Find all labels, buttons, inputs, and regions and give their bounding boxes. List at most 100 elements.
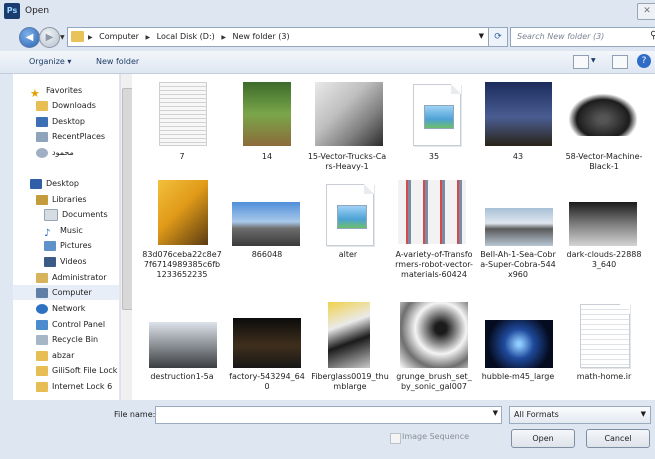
forward-button[interactable]: ▶ [39,27,60,48]
file-name[interactable]: 58-Vector-Machine-Black-1 [564,152,644,172]
libraries-icon [36,194,48,205]
sidebar-item-computer[interactable]: Computer [13,285,119,300]
file-name[interactable]: Bell-Ah-1-Sea-Cobra-Super-Cobra-544x960 [478,250,558,280]
sidebar-item-documents[interactable]: Documents [44,207,108,222]
file-thumbnail-35[interactable] [413,84,461,146]
file-thumbnail-fiberglass[interactable] [328,302,370,368]
sidebar-item-libraries[interactable]: Libraries [36,192,87,207]
folder-icon [36,381,48,392]
help-button[interactable]: ? [637,54,651,68]
file-name[interactable]: dark-clouds-228883_640 [564,250,644,270]
new-folder-button[interactable]: New folder [96,57,139,66]
sidebar-item-recentplaces[interactable]: RecentPlaces [36,129,105,144]
preview-pane-button[interactable] [612,55,628,69]
file-name[interactable]: destruction1-5a [142,372,222,382]
file-thumbnail-helicopter[interactable] [485,208,553,246]
change-view-button[interactable] [573,55,589,69]
organize-menu[interactable]: Organize ▾ [29,57,71,66]
file-name[interactable]: 43 [478,152,558,162]
file-name-input[interactable]: ▼ [155,406,502,424]
sidebar-item-control-panel[interactable]: Control Panel [36,317,105,332]
file-thumbnail-hubble[interactable] [485,320,553,368]
sidebar-item-downloads[interactable]: Downloads [36,98,96,113]
file-name[interactable]: 866048 [227,250,307,260]
file-thumbnail-clouds[interactable] [569,202,637,246]
folder-icon [36,350,48,361]
file-name-dropdown-icon[interactable]: ▼ [493,409,498,417]
sidebar-item-internet-lock[interactable]: Internet Lock 6 [36,379,112,394]
open-button[interactable]: Open [511,429,575,448]
sidebar-item-abzar[interactable]: abzar [36,348,74,363]
address-row: ◀ ▶ ▼ ▶ Computer ▶ Local Disk (D:) ▶ New… [0,24,655,51]
file-thumbnail-alter[interactable] [326,184,374,246]
search-box[interactable]: Search New folder (3) ⚲ [510,27,655,47]
file-name[interactable]: 83d076ceba22c8e77f6714989385c6fb12336522… [142,250,222,280]
view-dropdown-icon[interactable]: ▼ [591,57,596,64]
file-name[interactable]: 7 [142,152,222,162]
breadcrumb-new-folder[interactable]: New folder (3) [233,32,290,41]
sidebar-item-desktop[interactable]: Desktop [36,114,85,129]
file-name[interactable]: alter [308,250,388,260]
file-name[interactable]: 14 [227,152,307,162]
file-name[interactable]: grunge_brush_set_by_sonic_gal007 [394,372,474,392]
recent-pages-dropdown[interactable]: ▼ [60,34,65,41]
sidebar-item-pictures[interactable]: Pictures [44,238,92,253]
sidebar-item-gilisoft[interactable]: GiliSoft File Lock [36,363,117,378]
file-thumbnail-car[interactable] [569,94,637,136]
sidebar-item-desktop-root[interactable]: Desktop [30,176,79,191]
file-name[interactable]: math-home.ir [564,372,644,382]
file-thumbnail-factory[interactable] [233,318,301,368]
back-button[interactable]: ◀ [19,27,40,48]
sidebar-item-videos[interactable]: Videos [44,254,87,269]
refresh-button[interactable]: ⟳ [488,27,508,47]
file-thumbnail-14[interactable] [243,82,291,146]
file-list[interactable]: 7 14 15-Vector-Trucks-Cars-Heavy-1 35 43… [132,74,655,400]
address-dropdown-icon[interactable]: ▼ [479,32,484,40]
window-title: Open [25,6,50,16]
file-name[interactable]: A-variety-of-Transformers-robot-vector-m… [394,250,474,280]
sidebar-label: RecentPlaces [52,132,106,141]
sidebar-scrollbar[interactable] [120,74,133,400]
sidebar-item-user[interactable]: محمود [36,145,74,160]
search-placeholder: Search New folder (3) [517,32,605,41]
file-type-select[interactable]: All Formats ▼ [509,406,651,424]
file-thumbnail-power[interactable] [158,180,208,245]
file-name[interactable]: hubble-m45_large [478,372,558,382]
file-thumbnail-transformers[interactable] [398,180,466,244]
recent-places-icon [36,131,48,142]
sidebar-label: Internet Lock 6 [52,382,113,391]
image-sequence-checkbox[interactable] [390,433,401,444]
image-file-icon [337,205,367,229]
search-icon[interactable]: ⚲ [650,30,655,41]
sidebar-item-favorites[interactable]: ★ Favorites [30,83,82,100]
file-name[interactable]: factory-543294_640 [227,372,307,392]
file-thumbnail-866048[interactable] [232,202,300,246]
file-thumbnail-trucks[interactable] [315,82,383,146]
breadcrumb-local-disk[interactable]: Local Disk (D:) [157,32,215,41]
text-lines-icon [581,305,629,367]
sidebar-item-administrator[interactable]: Administrator [36,270,107,285]
sidebar-item-music[interactable]: ♪ Music [44,223,83,239]
file-thumbnail-destruction[interactable] [149,322,217,368]
file-thumbnail-math-home[interactable] [580,304,630,368]
breadcrumb-computer[interactable]: Computer [99,32,139,41]
sidebar-label: Administrator [52,273,107,282]
file-name[interactable]: 35 [394,152,474,162]
file-thumbnail-grunge[interactable] [400,302,468,368]
sidebar-item-recycle-bin[interactable]: Recycle Bin [36,332,98,347]
sidebar-item-network[interactable]: Network [36,301,85,316]
file-thumbnail-43[interactable] [485,82,552,146]
breadcrumb-chevron-icon[interactable]: ▶ [146,34,151,41]
cancel-button[interactable]: Cancel [586,429,650,448]
file-name[interactable]: Fiberglass0019_thumblarge [310,372,390,392]
file-name[interactable]: 15-Vector-Trucks-Cars-Heavy-1 [307,152,387,172]
documents-icon [44,208,58,221]
breadcrumb-chevron-icon[interactable]: ▶ [221,34,226,41]
star-icon: ★ [30,86,40,100]
file-thumbnail-7[interactable] [159,82,207,146]
sidebar-label: Downloads [52,101,96,110]
address-bar[interactable]: ▶ Computer ▶ Local Disk (D:) ▶ New folde… [67,27,489,47]
breadcrumb-chevron-icon[interactable]: ▶ [88,34,93,41]
sidebar-label: Documents [62,210,108,219]
close-button[interactable]: ✕ [637,3,655,20]
